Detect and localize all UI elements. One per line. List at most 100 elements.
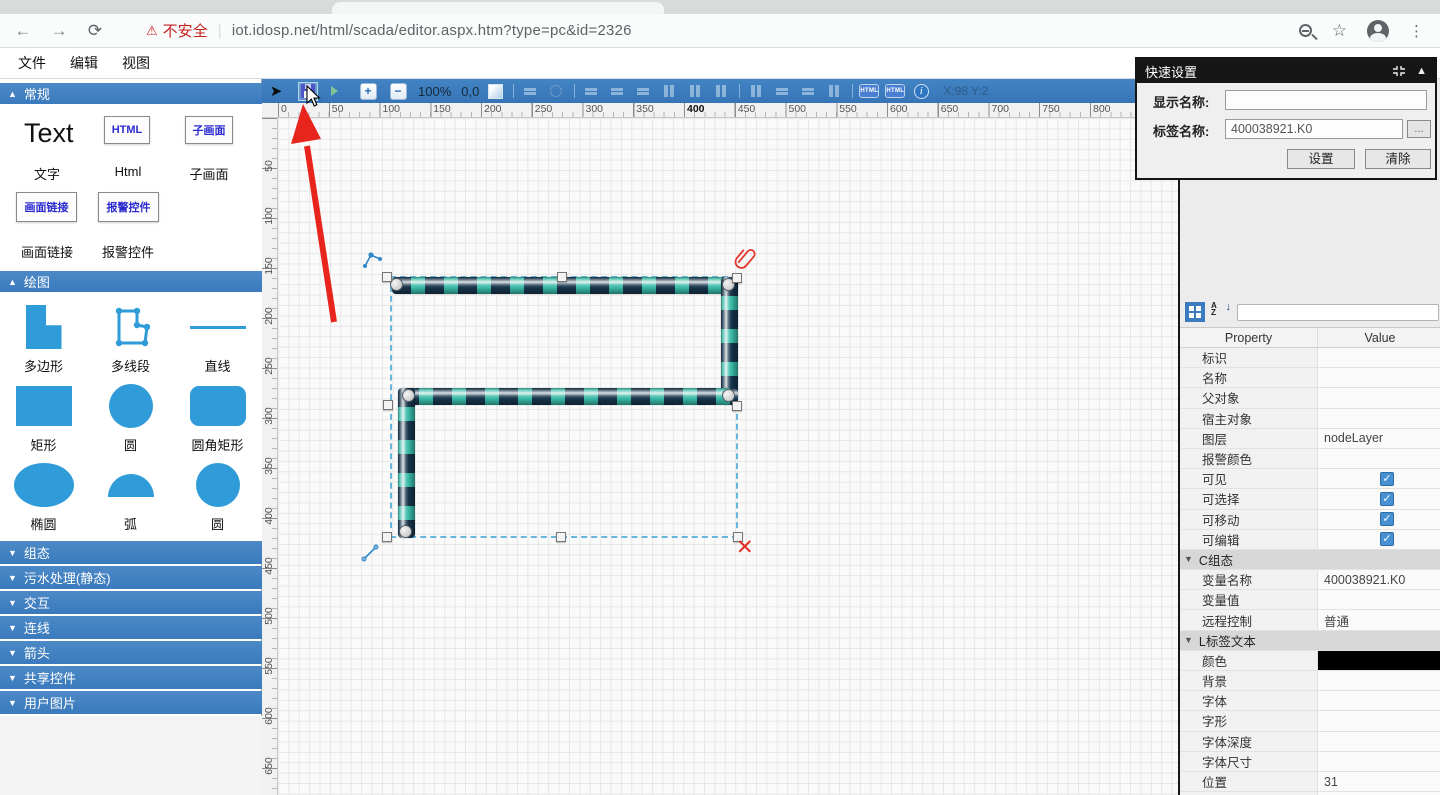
html-view-icon[interactable]: HTML <box>859 82 879 101</box>
align-center-icon[interactable] <box>607 82 627 101</box>
draw-tool-arc[interactable]: 弧 <box>87 460 174 539</box>
set-button[interactable]: 设置 <box>1287 149 1355 169</box>
quick-settings-titlebar[interactable]: 快速设置 ▲ <box>1137 59 1435 83</box>
categorize-icon[interactable] <box>1185 302 1205 322</box>
back-icon[interactable]: ← <box>10 21 36 41</box>
property-row[interactable]: 宿主对象 <box>1180 409 1440 429</box>
info-icon[interactable]: i <box>911 82 931 101</box>
sidebar-section-general[interactable]: ▲ 常规 <box>0 83 262 104</box>
edit-vertex-icon[interactable] <box>362 250 384 272</box>
paperclip-icon[interactable] <box>734 246 760 274</box>
property-group-row[interactable]: ▼L标签文本 <box>1180 631 1440 651</box>
resize-handle-nw[interactable] <box>382 272 392 282</box>
copy-style-icon[interactable] <box>520 82 540 101</box>
property-row[interactable]: 变量值 <box>1180 590 1440 610</box>
save-icon[interactable] <box>298 82 318 101</box>
tag-browse-button[interactable]: ... <box>1407 120 1431 138</box>
resize-handle-sw[interactable] <box>382 532 392 542</box>
sidebar-section-header[interactable]: ▼箭头 <box>0 641 262 664</box>
property-value[interactable] <box>1318 590 1440 609</box>
distribute-vertical-icon[interactable] <box>824 82 844 101</box>
collapse-panel-icon[interactable]: ▲ <box>1416 65 1427 77</box>
property-checkbox[interactable]: ✓ <box>1380 472 1394 486</box>
pipe-segment-left[interactable] <box>398 388 415 538</box>
html-export-icon[interactable]: HTML <box>885 82 905 101</box>
color-swatch[interactable] <box>1318 651 1440 670</box>
forward-icon[interactable]: → <box>46 21 72 41</box>
property-value[interactable] <box>1318 449 1440 468</box>
clear-button[interactable]: 清除 <box>1365 149 1431 169</box>
browser-menu-icon[interactable]: ⋮ <box>1409 22 1424 40</box>
menu-edit[interactable]: 编辑 <box>70 53 98 73</box>
same-height-icon[interactable] <box>772 82 792 101</box>
property-value[interactable] <box>1318 388 1440 407</box>
draw-tool-rectangle[interactable]: 矩形 <box>0 381 87 460</box>
zoom-out-icon[interactable]: − <box>388 82 408 101</box>
resize-handle-s[interactable] <box>556 532 566 542</box>
property-row[interactable]: 父对象 <box>1180 388 1440 408</box>
resize-handle-w[interactable] <box>383 400 393 410</box>
display-name-input[interactable] <box>1225 90 1427 110</box>
property-row[interactable]: 图层nodeLayer <box>1180 429 1440 449</box>
property-row[interactable]: 可见✓ <box>1180 469 1440 489</box>
zoom-in-icon[interactable]: + <box>358 82 378 101</box>
draw-tool-polygon[interactable]: 多边形 <box>0 302 87 381</box>
property-filter-box[interactable] <box>1237 304 1439 321</box>
property-value[interactable] <box>1318 409 1440 428</box>
screenlink-widget[interactable]: 画面链接 <box>16 192 77 222</box>
design-canvas[interactable]: ✕ <box>278 118 1178 795</box>
property-value[interactable] <box>1318 368 1440 387</box>
sidebar-section-header[interactable]: ▼组态 <box>0 541 262 564</box>
align-top-icon[interactable] <box>659 82 679 101</box>
reload-icon[interactable]: ⟳ <box>82 21 108 41</box>
property-value[interactable] <box>1318 691 1440 710</box>
property-row[interactable]: 颜色 <box>1180 651 1440 671</box>
property-row[interactable]: 字体尺寸 <box>1180 752 1440 772</box>
tag-name-input[interactable] <box>1225 119 1403 139</box>
property-checkbox[interactable]: ✓ <box>1380 512 1394 526</box>
sidebar-section-draw[interactable]: ▲ 绘图 <box>0 271 262 292</box>
property-checkbox[interactable]: ✓ <box>1380 532 1394 546</box>
property-group-row[interactable]: ▼C组态 <box>1180 550 1440 570</box>
menu-file[interactable]: 文件 <box>18 53 46 73</box>
property-row[interactable]: 可编辑✓ <box>1180 530 1440 550</box>
align-right-icon[interactable] <box>633 82 653 101</box>
canvas-settings-icon[interactable] <box>485 82 505 101</box>
html-widget[interactable]: HTML <box>104 116 150 144</box>
align-bottom-icon[interactable] <box>711 82 731 101</box>
draw-tool-rounded-rect[interactable]: 圆角矩形 <box>174 381 261 460</box>
resize-handle-e[interactable] <box>732 401 742 411</box>
profile-avatar[interactable] <box>1367 20 1389 42</box>
draw-tool-polyline[interactable]: 多线段 <box>87 302 174 381</box>
run-icon[interactable] <box>324 82 344 101</box>
property-checkbox[interactable]: ✓ <box>1380 492 1394 506</box>
property-row[interactable]: 名称 <box>1180 368 1440 388</box>
sidebar-section-header[interactable]: ▼污水处理(静态) <box>0 566 262 589</box>
sidebar-section-header[interactable]: ▼交互 <box>0 591 262 614</box>
menu-view[interactable]: 视图 <box>122 53 150 73</box>
rotate-icon[interactable] <box>546 82 566 101</box>
same-width-icon[interactable] <box>746 82 766 101</box>
property-value[interactable] <box>1318 671 1440 690</box>
property-row[interactable]: 背景 <box>1180 671 1440 691</box>
property-value[interactable]: 31 <box>1318 772 1440 791</box>
draw-tool-line[interactable]: 直线 <box>174 302 261 381</box>
align-left-icon[interactable] <box>581 82 601 101</box>
alarm-widget[interactable]: 报警控件 <box>98 192 159 222</box>
property-value[interactable]: nodeLayer <box>1318 429 1440 448</box>
sidebar-section-header[interactable]: ▼连线 <box>0 616 262 639</box>
collapse-triangle-icon[interactable]: ▼ <box>1184 554 1193 564</box>
property-row[interactable]: 可选择✓ <box>1180 489 1440 509</box>
sidebar-section-header[interactable]: ▼用户图片 <box>0 691 262 714</box>
pipe-segment-right[interactable] <box>721 277 738 405</box>
property-row[interactable]: 远程控制普通 <box>1180 610 1440 630</box>
property-value[interactable] <box>1318 348 1440 367</box>
property-row[interactable]: 位置31 <box>1180 772 1440 792</box>
property-row[interactable]: 字体 <box>1180 691 1440 711</box>
subscreen-widget[interactable]: 子画面 <box>185 116 233 144</box>
text-widget[interactable]: Text <box>24 118 74 149</box>
sidebar-section-header[interactable]: ▼共享控件 <box>0 666 262 689</box>
property-value[interactable]: 普通 <box>1318 610 1440 629</box>
align-middle-icon[interactable] <box>685 82 705 101</box>
select-tool-icon[interactable]: ➤ <box>266 82 286 101</box>
